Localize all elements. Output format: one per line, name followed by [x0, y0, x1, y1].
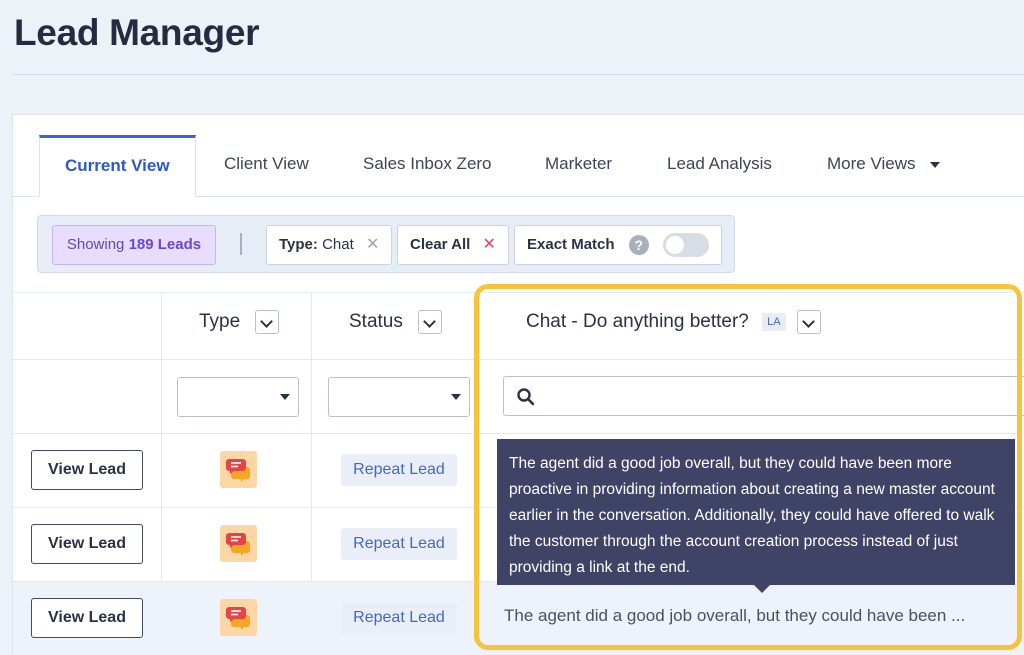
- chat-search-input[interactable]: [503, 376, 1024, 416]
- exact-match-toggle[interactable]: [662, 233, 709, 258]
- chat-icon: [220, 599, 257, 636]
- tab-label: Sales Inbox Zero: [363, 154, 492, 173]
- filter-row-border: [13, 433, 1024, 434]
- tab-label: More Views: [827, 154, 916, 173]
- table-top-border: [13, 292, 1024, 293]
- column-menu-button[interactable]: [418, 310, 443, 334]
- filter-separator: [240, 233, 242, 255]
- caret-down-icon: [930, 161, 941, 168]
- tab-label: Lead Analysis: [667, 154, 772, 173]
- type-filter-select[interactable]: [177, 377, 299, 417]
- column-header-status: Status: [349, 310, 443, 334]
- showing-prefix: Showing: [66, 236, 125, 253]
- type-filter-chip[interactable]: Type: Chat ✕: [266, 225, 393, 265]
- exact-match-label: Exact Match: [527, 236, 615, 253]
- column-header-type: Type: [199, 310, 280, 334]
- view-lead-button[interactable]: View Lead: [31, 450, 143, 490]
- tab-marketer[interactable]: Marketer: [545, 135, 612, 197]
- chat-tooltip: The agent did a good job overall, but th…: [497, 439, 1015, 585]
- status-badge: Repeat Lead: [341, 602, 457, 634]
- tab-more-views[interactable]: More Views: [827, 135, 941, 197]
- help-icon[interactable]: ?: [628, 235, 649, 256]
- chat-bubbles-icon: [226, 459, 250, 482]
- chat-cell-text[interactable]: The agent did a good job overall, but th…: [504, 606, 965, 626]
- column-menu-button[interactable]: [796, 310, 821, 334]
- page-title: Lead Manager: [14, 12, 260, 53]
- clear-all-button[interactable]: Clear All ✕: [397, 225, 509, 265]
- status-badge: Repeat Lead: [341, 454, 457, 486]
- la-badge: LA: [762, 313, 786, 331]
- filter-bar: Showing 189 Leads Type: Chat ✕ Clear All…: [37, 215, 735, 273]
- tab-sales-inbox-zero[interactable]: Sales Inbox Zero: [363, 135, 492, 197]
- toggle-knob: [665, 236, 684, 255]
- tab-client-view[interactable]: Client View: [224, 135, 309, 197]
- column-menu-button[interactable]: [255, 310, 280, 334]
- title-divider: [14, 74, 1024, 75]
- close-icon: ✕: [482, 236, 496, 253]
- chat-icon: [220, 451, 257, 488]
- header-row-border: [13, 359, 1024, 360]
- view-lead-button[interactable]: View Lead: [31, 524, 143, 564]
- column-header-chat: Chat - Do anything better? LA: [526, 310, 821, 334]
- chat-bubbles-icon: [226, 607, 250, 630]
- lead-panel: Current View Client View Sales Inbox Zer…: [12, 114, 1024, 655]
- column-header-label: Status: [349, 311, 403, 333]
- tooltip-arrow: [753, 584, 771, 593]
- column-header-label: Chat - Do anything better?: [526, 311, 749, 333]
- type-filter-value: Chat: [322, 236, 354, 253]
- close-icon[interactable]: ✕: [366, 236, 379, 253]
- chat-icon: [220, 525, 257, 562]
- tab-current-view[interactable]: Current View: [39, 135, 196, 197]
- tab-label: Client View: [224, 154, 309, 173]
- tab-label: Marketer: [545, 154, 613, 173]
- view-lead-button[interactable]: View Lead: [31, 598, 143, 638]
- column-header-label: Type: [199, 311, 241, 333]
- type-filter-label: Type:: [279, 236, 318, 253]
- chevron-down-icon: [451, 394, 461, 400]
- status-badge: Repeat Lead: [341, 528, 457, 560]
- search-icon: [517, 388, 535, 406]
- view-tabs: Current View Client View Sales Inbox Zer…: [13, 115, 1024, 197]
- tab-label: Current View: [65, 156, 170, 175]
- showing-count: 189 Leads: [128, 236, 202, 253]
- chat-bubbles-icon: [226, 533, 250, 556]
- clear-all-label: Clear All: [410, 236, 471, 253]
- chevron-down-icon: [280, 394, 290, 400]
- tab-lead-analysis[interactable]: Lead Analysis: [667, 135, 772, 197]
- exact-match-control: Exact Match ?: [514, 225, 722, 265]
- status-filter-select[interactable]: [328, 377, 470, 417]
- showing-count-badge: Showing 189 Leads: [52, 225, 216, 265]
